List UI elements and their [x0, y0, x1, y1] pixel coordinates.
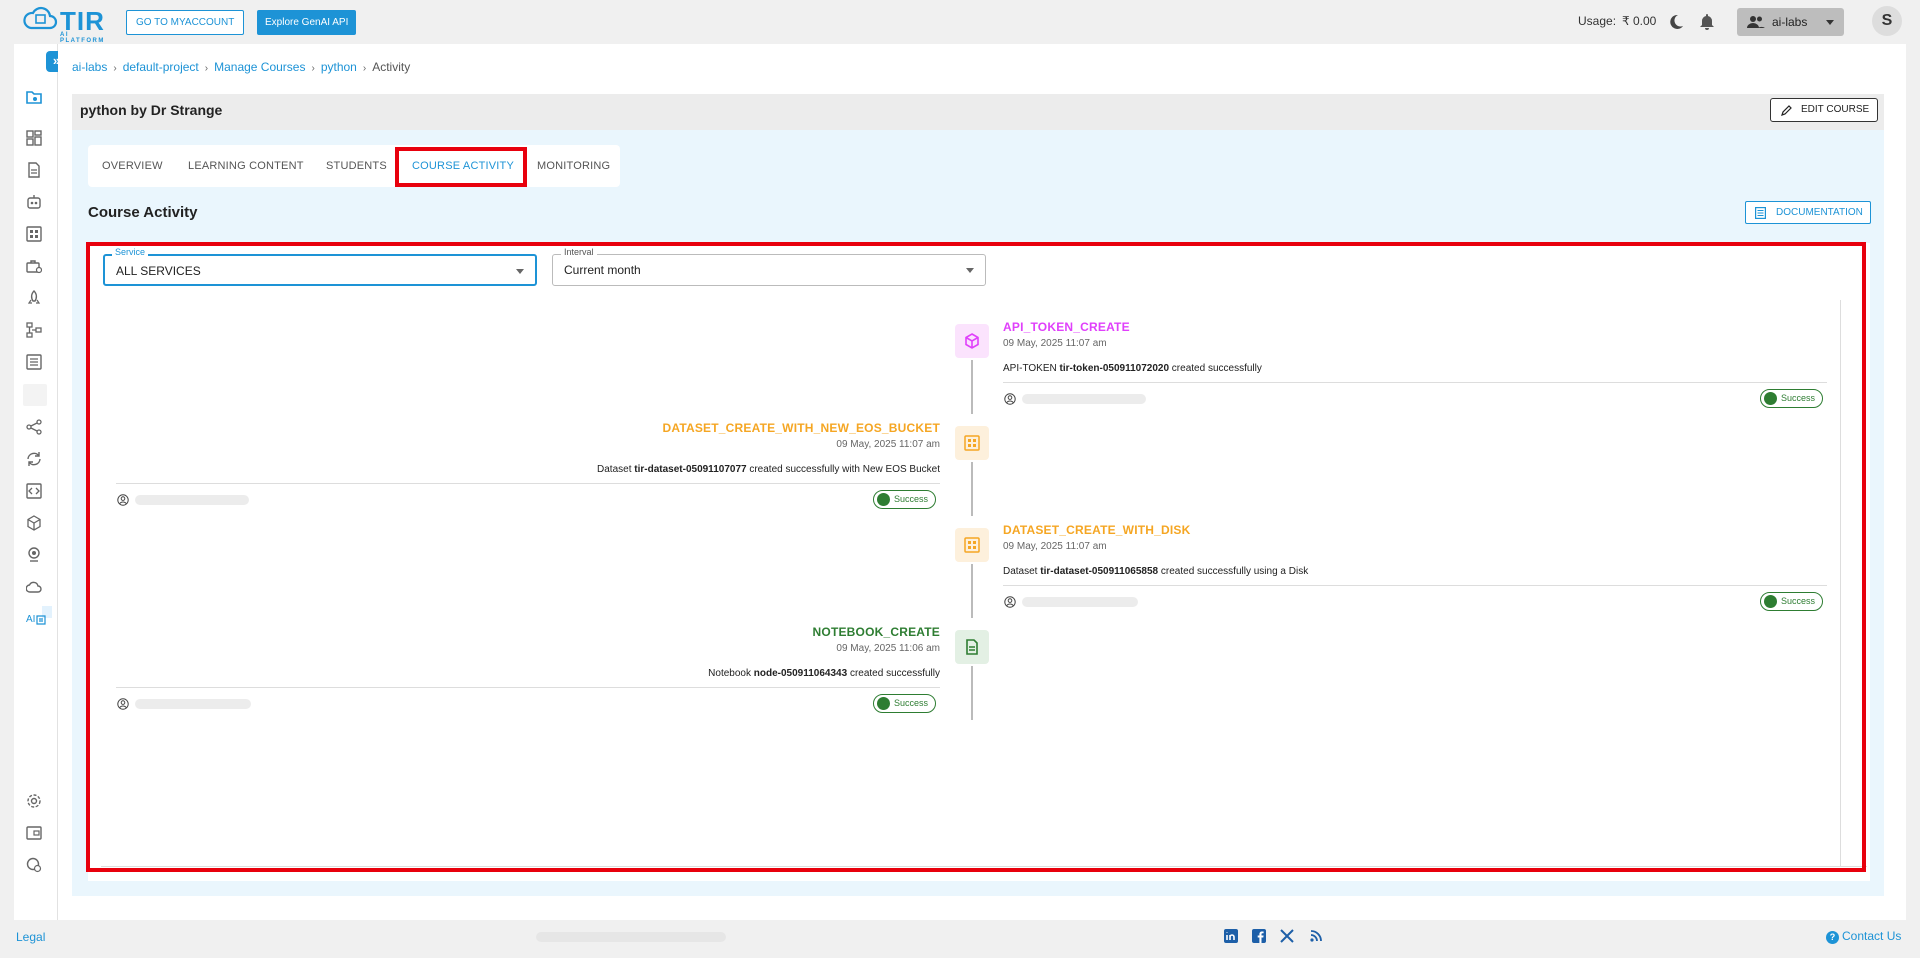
legal-link[interactable]: Legal	[16, 930, 45, 944]
list-icon[interactable]	[26, 354, 42, 370]
tab-highlight-box	[395, 147, 527, 187]
group-icon	[1747, 16, 1765, 28]
dark-mode-icon[interactable]	[1668, 14, 1684, 30]
tab-monitoring[interactable]: MONITORING	[537, 145, 610, 187]
breadcrumb-separator: ›	[204, 63, 209, 74]
breadcrumb-manage-courses[interactable]: Manage Courses	[214, 60, 305, 74]
linkedin-icon[interactable]	[1224, 929, 1238, 943]
facebook-icon[interactable]	[1252, 929, 1266, 943]
go-to-myaccount-button[interactable]: GO TO MYACCOUNT	[126, 10, 245, 35]
sync-icon[interactable]	[26, 451, 42, 467]
edit-course-label: EDIT COURSE	[1801, 104, 1870, 115]
edit-course-button[interactable]: EDIT COURSE	[1770, 98, 1878, 122]
section-title: Course Activity	[88, 204, 198, 221]
footer	[0, 920, 1920, 958]
activity-highlight-box	[86, 242, 1866, 872]
usage-display: Usage: ₹ 0.00	[1578, 14, 1656, 28]
breadcrumb-separator: ›	[362, 63, 367, 74]
settings-icon[interactable]	[26, 793, 42, 809]
course-header	[72, 94, 1884, 130]
robot-icon[interactable]	[26, 194, 42, 210]
usage-label: Usage:	[1578, 14, 1617, 28]
grid-icon[interactable]	[26, 226, 42, 242]
blank-icon[interactable]	[23, 384, 47, 406]
notification-bell-icon[interactable]	[1699, 13, 1715, 31]
cloud-logo-icon	[23, 6, 58, 30]
share-icon[interactable]	[26, 419, 42, 435]
cube-icon[interactable]	[26, 515, 42, 531]
breadcrumb-python[interactable]: python	[321, 60, 357, 74]
breadcrumb-separator: ›	[113, 63, 117, 74]
badge-icon[interactable]	[26, 547, 42, 563]
contact-us-label: Contact Us	[1842, 929, 1902, 943]
sidebar-item-ai-labs[interactable]: AI	[26, 614, 35, 625]
breadcrumb-activity: Activity	[372, 60, 411, 74]
breadcrumb-ai-labs[interactable]: ai-labs	[72, 60, 107, 74]
folder-icon[interactable]	[26, 89, 42, 105]
wallet-icon[interactable]	[26, 825, 42, 841]
breadcrumb: ai-labs › default-project › Manage Courses › p…	[72, 60, 410, 74]
documentation-label: DOCUMENTATION	[1776, 207, 1863, 218]
school-icon	[36, 615, 46, 625]
contact-us-link[interactable]: ? Contact Us	[1826, 929, 1901, 944]
user-avatar[interactable]: S	[1872, 6, 1902, 36]
course-tabs: OVERVIEW LEARNING CONTENT STUDENTS COURS…	[88, 145, 620, 187]
logo-subtitle: AI PLATFORM	[60, 32, 105, 44]
support-icon[interactable]	[26, 857, 42, 873]
tab-overview[interactable]: OVERVIEW	[102, 145, 163, 187]
course-title: python by Dr Strange	[80, 102, 223, 118]
cloud-icon[interactable]	[26, 579, 42, 595]
pencil-icon	[1781, 105, 1792, 116]
tir-logo[interactable]: TIR AI PLATFORM	[22, 4, 106, 44]
rss-icon[interactable]	[1309, 929, 1323, 943]
document-icon[interactable]	[26, 162, 42, 178]
documentation-icon	[1755, 207, 1766, 219]
usage-value: ₹ 0.00	[1622, 14, 1657, 28]
breadcrumb-default-project[interactable]: default-project	[123, 60, 199, 74]
breadcrumb-separator: ›	[311, 63, 315, 74]
tab-learning-content[interactable]: LEARNING CONTENT	[188, 145, 304, 187]
documentation-button[interactable]: DOCUMENTATION	[1745, 201, 1871, 224]
briefcase-icon[interactable]	[26, 258, 42, 274]
tab-students[interactable]: STUDENTS	[326, 145, 387, 187]
pipeline-icon[interactable]	[26, 322, 42, 338]
workspace-label: ai-labs	[1772, 15, 1808, 29]
explore-genai-button[interactable]: Explore GenAI API	[257, 10, 357, 35]
help-icon: ?	[1826, 931, 1839, 944]
rocket-icon[interactable]	[26, 290, 42, 306]
dashboard-icon[interactable]	[26, 130, 42, 146]
code-icon[interactable]	[26, 483, 42, 499]
x-icon[interactable]	[1280, 929, 1294, 943]
footer-text-redacted	[536, 932, 726, 942]
chevron-down-icon	[1826, 20, 1834, 25]
workspace-selector[interactable]: ai-labs	[1737, 8, 1844, 36]
